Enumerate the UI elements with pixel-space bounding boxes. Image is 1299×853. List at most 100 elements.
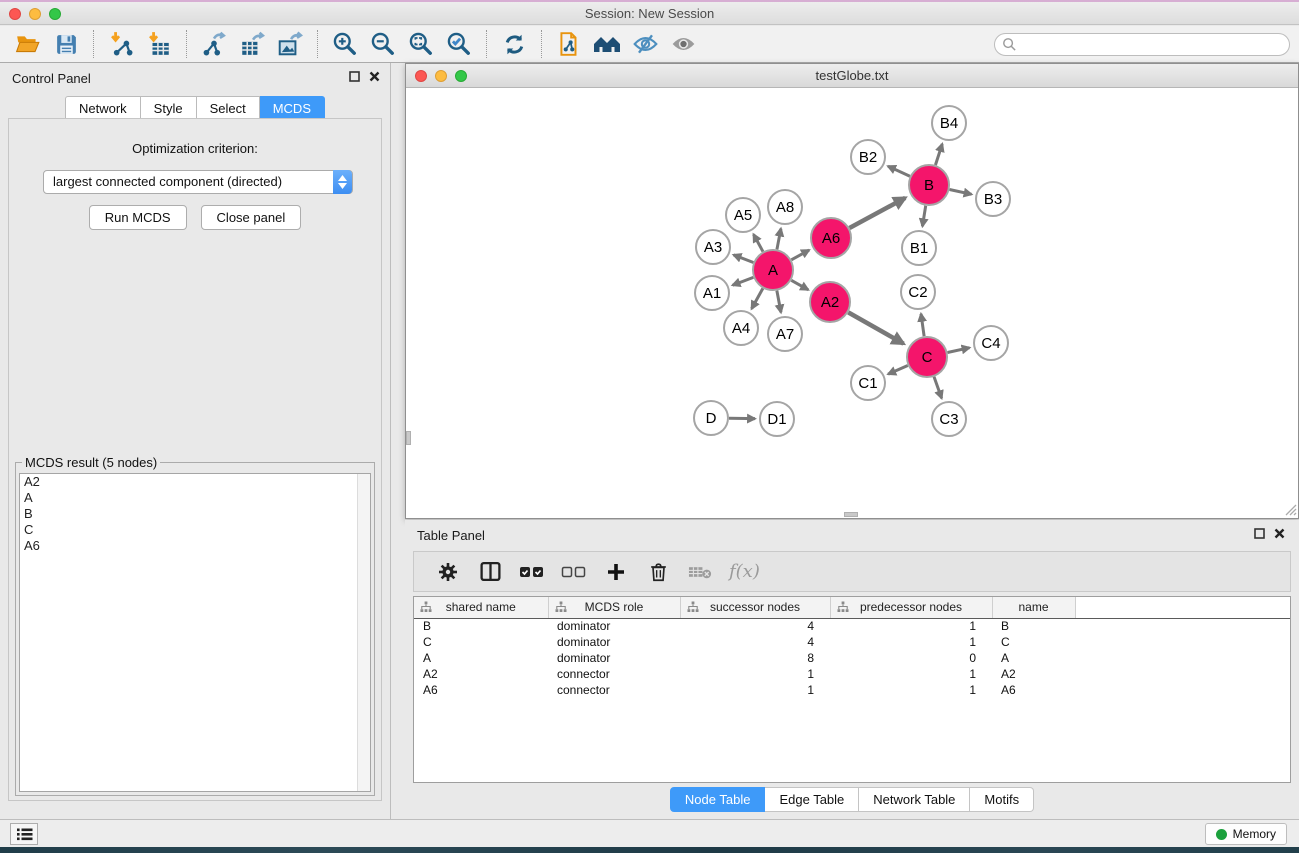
- table-row[interactable]: A2connector11A2: [414, 666, 1290, 682]
- mcds-result-item[interactable]: B: [20, 506, 370, 522]
- table-row[interactable]: Bdominator41B: [414, 618, 1290, 634]
- cell-mcds_role[interactable]: dominator: [548, 634, 680, 650]
- close-panel-icon[interactable]: [369, 71, 380, 82]
- cell-predecessor_nodes[interactable]: 1: [830, 634, 992, 650]
- cell-mcds_role[interactable]: dominator: [548, 650, 680, 666]
- graph-node-B1[interactable]: B1: [902, 231, 936, 265]
- tab-edge-table[interactable]: Edge Table: [765, 787, 859, 812]
- cell-mcds_role[interactable]: connector: [548, 666, 680, 682]
- column-header-name[interactable]: name: [992, 597, 1075, 618]
- cell-predecessor_nodes[interactable]: 1: [830, 618, 992, 634]
- cell-name[interactable]: A: [992, 650, 1075, 666]
- cell-successor_nodes[interactable]: 4: [680, 634, 830, 650]
- mcds-list-scrollbar[interactable]: [357, 474, 370, 791]
- tab-motifs[interactable]: Motifs: [970, 787, 1034, 812]
- delete-column-icon[interactable]: [643, 557, 673, 587]
- graph-node-A[interactable]: A: [753, 250, 793, 290]
- zoom-selected-icon[interactable]: [444, 29, 474, 59]
- cell-predecessor_nodes[interactable]: 1: [830, 682, 992, 698]
- graph-node-C2[interactable]: C2: [901, 275, 935, 309]
- cell-predecessor_nodes[interactable]: 0: [830, 650, 992, 666]
- graph-node-C[interactable]: C: [907, 337, 947, 377]
- network-window-titlebar[interactable]: testGlobe.txt: [406, 64, 1298, 88]
- export-network-icon[interactable]: [199, 29, 229, 59]
- zoom-in-icon[interactable]: [330, 29, 360, 59]
- graph-node-A5[interactable]: A5: [726, 198, 760, 232]
- graph-node-C1[interactable]: C1: [851, 366, 885, 400]
- first-neighbors-icon[interactable]: [592, 29, 622, 59]
- task-history-button[interactable]: [10, 823, 38, 845]
- graph-edge-A-A2[interactable]: [791, 280, 808, 289]
- new-network-from-selection-icon[interactable]: [554, 29, 584, 59]
- graph-edge-A-A7[interactable]: [777, 291, 781, 313]
- graph-edge-A-A1[interactable]: [733, 277, 754, 285]
- graph-edge-B-B1[interactable]: [922, 206, 925, 227]
- graph-edge-C-C3[interactable]: [934, 377, 942, 398]
- float-table-panel-icon[interactable]: [1254, 528, 1265, 539]
- close-panel-button[interactable]: Close panel: [201, 205, 302, 230]
- save-session-icon[interactable]: [51, 29, 81, 59]
- minimize-network-window-icon[interactable]: [435, 70, 447, 82]
- graph-edge-C-C1[interactable]: [888, 365, 908, 374]
- run-mcds-button[interactable]: Run MCDS: [89, 205, 187, 230]
- open-session-icon[interactable]: [13, 29, 43, 59]
- graph-node-A2[interactable]: A2: [810, 282, 850, 322]
- graph-node-D1[interactable]: D1: [760, 402, 794, 436]
- deselect-all-columns-icon[interactable]: [559, 557, 589, 587]
- add-column-icon[interactable]: [601, 557, 631, 587]
- table-row[interactable]: Cdominator41C: [414, 634, 1290, 650]
- cell-mcds_role[interactable]: dominator: [548, 618, 680, 634]
- settings-icon[interactable]: [433, 557, 463, 587]
- select-all-columns-icon[interactable]: [517, 557, 547, 587]
- cell-shared_name[interactable]: A6: [414, 682, 548, 698]
- graph-edge-A-A5[interactable]: [754, 234, 763, 251]
- criterion-dropdown[interactable]: largest connected component (directed): [43, 170, 353, 194]
- export-image-icon[interactable]: [275, 29, 305, 59]
- canvas-vertical-scroll-thumb[interactable]: [406, 431, 411, 445]
- cell-mcds_role[interactable]: connector: [548, 682, 680, 698]
- graph-edge-B-B3[interactable]: [950, 189, 972, 194]
- memory-button[interactable]: Memory: [1205, 823, 1287, 845]
- canvas-horizontal-scroll-thumb[interactable]: [844, 512, 858, 517]
- graph-edge-B-B4[interactable]: [935, 144, 942, 165]
- cell-predecessor_nodes[interactable]: 1: [830, 666, 992, 682]
- graph-node-A7[interactable]: A7: [768, 317, 802, 351]
- column-header-predecessor-nodes[interactable]: predecessor nodes: [830, 597, 992, 618]
- refresh-icon[interactable]: [499, 29, 529, 59]
- show-hidden-icon[interactable]: [668, 29, 698, 59]
- graph-edge-A-A8[interactable]: [777, 229, 781, 250]
- zoom-out-icon[interactable]: [368, 29, 398, 59]
- graph-edge-C-C2[interactable]: [921, 314, 924, 336]
- graph-node-A8[interactable]: A8: [768, 190, 802, 224]
- close-network-window-icon[interactable]: [415, 70, 427, 82]
- mcds-result-item[interactable]: A2: [20, 474, 370, 490]
- graph-node-A6[interactable]: A6: [811, 218, 851, 258]
- cell-name[interactable]: B: [992, 618, 1075, 634]
- zoom-network-window-icon[interactable]: [455, 70, 467, 82]
- search-input[interactable]: [994, 33, 1290, 56]
- float-panel-icon[interactable]: [349, 71, 360, 82]
- graph-edge-A2-C[interactable]: [848, 312, 903, 343]
- cell-successor_nodes[interactable]: 8: [680, 650, 830, 666]
- network-canvas[interactable]: B4B2BB3A8A5A6A3B1AC2A1A2A4A7C4CC1DD1C3: [406, 88, 1298, 517]
- graph-edge-A-A3[interactable]: [734, 255, 754, 263]
- mcds-result-item[interactable]: C: [20, 522, 370, 538]
- graph-edge-A-A6[interactable]: [791, 250, 809, 260]
- column-view-icon[interactable]: [475, 557, 505, 587]
- graph-edge-C-C4[interactable]: [948, 348, 970, 353]
- window-resize-grip[interactable]: [1282, 501, 1297, 516]
- cell-shared_name[interactable]: C: [414, 634, 548, 650]
- cell-successor_nodes[interactable]: 1: [680, 666, 830, 682]
- table-row[interactable]: Adominator80A: [414, 650, 1290, 666]
- column-header-successor-nodes[interactable]: successor nodes: [680, 597, 830, 618]
- graph-edge-A-A4[interactable]: [752, 288, 763, 308]
- graph-node-C3[interactable]: C3: [932, 402, 966, 436]
- tab-network-table[interactable]: Network Table: [859, 787, 970, 812]
- mcds-result-item[interactable]: A6: [20, 538, 370, 554]
- import-table-icon[interactable]: [144, 29, 174, 59]
- graph-node-C4[interactable]: C4: [974, 326, 1008, 360]
- graph-edge-B-B2[interactable]: [888, 166, 910, 176]
- zoom-window-icon[interactable]: [49, 8, 61, 20]
- cell-successor_nodes[interactable]: 1: [680, 682, 830, 698]
- cell-successor_nodes[interactable]: 4: [680, 618, 830, 634]
